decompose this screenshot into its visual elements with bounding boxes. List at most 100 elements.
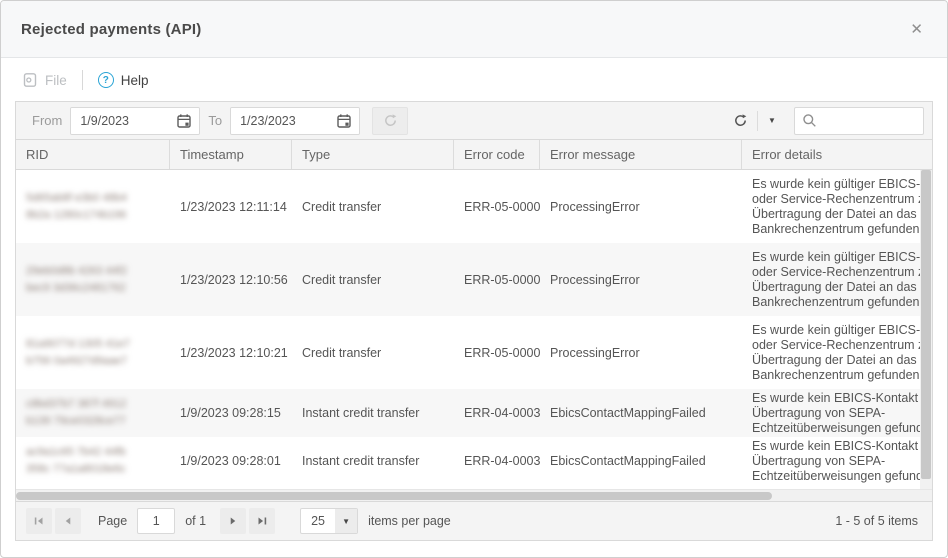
- rid-redacted-text: ac9a1c65 7b42 44fb 358c 77a1a8018e6c: [26, 444, 126, 478]
- cell-error-code: ERR-04-0003: [454, 389, 540, 437]
- rejected-payments-grid: From To ▼: [15, 101, 933, 541]
- cell-type: Instant credit transfer: [292, 389, 454, 437]
- cell-type: Instant credit transfer: [292, 437, 454, 485]
- help-label: Help: [121, 73, 149, 88]
- table-row: 5d65ab8f e3b0 48b4 8b2a 1280c174b196 1/2…: [16, 170, 932, 243]
- cell-error-details: Es wurde kein gültiger EBICS-Zugang oder…: [742, 316, 932, 389]
- chevron-down-icon: ▼: [335, 508, 357, 534]
- page-input[interactable]: [137, 508, 175, 534]
- file-menu-item[interactable]: File: [22, 72, 67, 88]
- refresh-dropdown-button[interactable]: ▼: [758, 107, 786, 135]
- rid-redacted-text: 5d65ab8f e3b0 48b4 8b2a 1280c174b196: [26, 190, 127, 224]
- vertical-scrollbar-thumb[interactable]: [921, 170, 931, 479]
- cell-type: Credit transfer: [292, 316, 454, 389]
- grid-toolbar: From To ▼: [16, 102, 932, 140]
- page-label: Page: [98, 514, 127, 528]
- calendar-icon: [336, 113, 352, 129]
- column-header-error-details[interactable]: Error details: [742, 140, 932, 169]
- refresh-button[interactable]: [723, 107, 757, 135]
- column-header-rid[interactable]: RID: [16, 140, 170, 169]
- cell-error-details: Es wurde kein gültiger EBICS-Zugang oder…: [742, 243, 932, 316]
- column-header-error-message[interactable]: Error message: [540, 140, 742, 169]
- cell-error-code: ERR-04-0003: [454, 437, 540, 485]
- cell-error-message: EbicsContactMappingFailed: [540, 437, 742, 485]
- apply-refresh-button-disabled[interactable]: [372, 107, 408, 135]
- table-row: 81a9077d 1305 41e7 b756 0a4927d9aae7 1/2…: [16, 316, 932, 389]
- cell-timestamp: 1/23/2023 12:10:56: [170, 243, 292, 316]
- page-of-label: of 1: [185, 514, 206, 528]
- items-summary: 1 - 5 of 5 items: [835, 514, 918, 528]
- rejected-payments-dialog: Rejected payments (API) ✕ File ? Help Fr…: [0, 0, 948, 558]
- help-icon: ?: [98, 72, 114, 88]
- search-box: [794, 107, 924, 135]
- from-calendar-button[interactable]: [169, 108, 199, 134]
- to-date-input[interactable]: [231, 108, 329, 134]
- cell-rid: 29eb0d8b 4263 44f2 bec9 3d36c2481762: [16, 243, 170, 316]
- grid-body: 5d65ab8f e3b0 48b4 8b2a 1280c174b196 1/2…: [16, 170, 932, 489]
- next-page-button[interactable]: [220, 508, 246, 534]
- cell-rid: 81a9077d 1305 41e7 b756 0a4927d9aae7: [16, 316, 170, 389]
- items-per-page-label: items per page: [368, 514, 451, 528]
- menubar-divider: [82, 70, 83, 90]
- from-label: From: [32, 113, 62, 128]
- last-page-button[interactable]: [249, 508, 275, 534]
- column-header-type[interactable]: Type: [292, 140, 454, 169]
- pager: Page of 1 25 ▼ items per page 1 - 5 of 5…: [16, 501, 932, 540]
- cell-error-code: ERR-05-0000: [454, 316, 540, 389]
- chevron-down-icon: ▼: [768, 116, 776, 125]
- cell-error-message: ProcessingError: [540, 170, 742, 243]
- cell-error-details: Es wurde kein EBICS-Kontakt zur Übertrag…: [742, 437, 932, 485]
- rid-redacted-text: 81a9077d 1305 41e7 b756 0a4927d9aae7: [26, 336, 130, 370]
- cell-rid: ac9a1c65 7b42 44fb 358c 77a1a8018e6c: [16, 437, 170, 485]
- help-menu-item[interactable]: ? Help: [98, 72, 149, 88]
- menubar: File ? Help: [1, 59, 947, 101]
- column-header-error-code[interactable]: Error code: [454, 140, 540, 169]
- table-row: ac9a1c65 7b42 44fb 358c 77a1a8018e6c 1/9…: [16, 437, 932, 485]
- first-page-button[interactable]: [26, 508, 52, 534]
- horizontal-scrollbar[interactable]: [16, 489, 932, 501]
- page-size-select[interactable]: 25 ▼: [300, 508, 358, 534]
- file-label: File: [45, 73, 67, 88]
- cell-timestamp: 1/23/2023 12:11:14: [170, 170, 292, 243]
- cell-error-details: Es wurde kein gültiger EBICS-Zugang oder…: [742, 170, 932, 243]
- rid-redacted-text: 29eb0d8b 4263 44f2 bec9 3d36c2481762: [26, 263, 127, 297]
- cell-rid: 5d65ab8f e3b0 48b4 8b2a 1280c174b196: [16, 170, 170, 243]
- file-icon: [22, 72, 38, 88]
- last-page-icon: [255, 514, 269, 528]
- grid-header: RID Timestamp Type Error code Error mess…: [16, 140, 932, 170]
- cell-error-message: ProcessingError: [540, 316, 742, 389]
- cell-rid: c8bd37b7 387f 4912 b139 79ce0328ce77: [16, 389, 170, 437]
- close-icon[interactable]: ✕: [906, 18, 927, 41]
- cell-timestamp: 1/9/2023 09:28:15: [170, 389, 292, 437]
- horizontal-scrollbar-thumb[interactable]: [16, 492, 772, 500]
- table-row: c8bd37b7 387f 4912 b139 79ce0328ce77 1/9…: [16, 389, 932, 437]
- cell-type: Credit transfer: [292, 243, 454, 316]
- cell-error-details: Es wurde kein EBICS-Kontakt zur Übertrag…: [742, 389, 932, 437]
- column-header-timestamp[interactable]: Timestamp: [170, 140, 292, 169]
- cell-error-code: ERR-05-0000: [454, 170, 540, 243]
- rid-redacted-text: c8bd37b7 387f 4912 b139 79ce0328ce77: [26, 396, 126, 430]
- vertical-scrollbar[interactable]: [920, 170, 932, 489]
- refresh-icon: [383, 113, 398, 128]
- cell-timestamp: 1/23/2023 12:10:21: [170, 316, 292, 389]
- first-page-icon: [32, 514, 46, 528]
- to-calendar-button[interactable]: [329, 108, 359, 134]
- prev-page-icon: [61, 514, 75, 528]
- prev-page-button[interactable]: [55, 508, 81, 534]
- to-label: To: [208, 113, 222, 128]
- cell-error-message: EbicsContactMappingFailed: [540, 389, 742, 437]
- from-date-input[interactable]: [71, 108, 169, 134]
- cell-type: Credit transfer: [292, 170, 454, 243]
- search-icon: [802, 113, 817, 128]
- titlebar: Rejected payments (API) ✕: [1, 1, 947, 58]
- search-input[interactable]: [822, 114, 923, 128]
- refresh-icon: [733, 113, 748, 128]
- to-date-group: [230, 107, 360, 135]
- cell-error-message: ProcessingError: [540, 243, 742, 316]
- cell-error-code: ERR-05-0000: [454, 243, 540, 316]
- table-row: 29eb0d8b 4263 44f2 bec9 3d36c2481762 1/2…: [16, 243, 932, 316]
- cell-timestamp: 1/9/2023 09:28:01: [170, 437, 292, 485]
- page-size-value: 25: [301, 514, 335, 528]
- calendar-icon: [176, 113, 192, 129]
- from-date-group: [70, 107, 200, 135]
